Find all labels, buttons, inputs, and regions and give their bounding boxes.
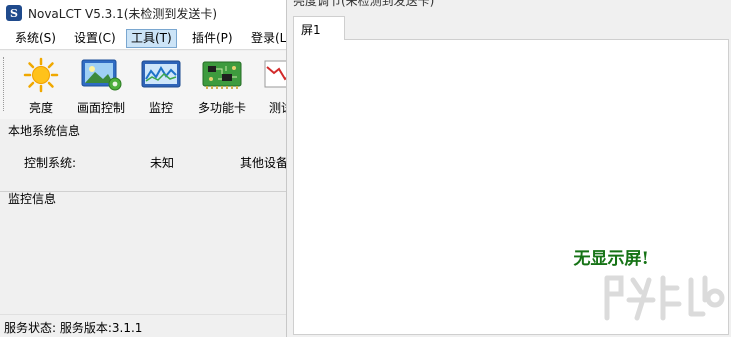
control-system-label: 控制系统: bbox=[24, 156, 77, 170]
local-system-info-panel: 本地系统信息 控制系统: 未知 其他设备 bbox=[0, 120, 286, 192]
control-system-value: 未知 bbox=[150, 156, 175, 170]
menu-system[interactable]: 系统(S) bbox=[10, 29, 61, 48]
app-logo-icon: S bbox=[6, 5, 22, 21]
other-device-label: 其他设备 bbox=[240, 156, 286, 170]
test-label: 测试 bbox=[268, 101, 286, 115]
monitor-chart-icon bbox=[141, 60, 181, 88]
circuit-board-icon bbox=[202, 61, 242, 89]
test-button[interactable]: 测试 bbox=[250, 57, 286, 119]
test-chart-icon bbox=[264, 60, 286, 88]
menu-bar: 系统(S) 设置(C) 工具(T) 插件(P) 登录(L) bbox=[0, 26, 286, 50]
main-window: S NovaLCT V5.3.1(未检测到发送卡) 系统(S) 设置(C) 工具… bbox=[0, 0, 286, 337]
monitor-label: 监控 bbox=[148, 101, 173, 115]
brightness-button[interactable]: 亮度 bbox=[10, 57, 72, 119]
menu-tools[interactable]: 工具(T) bbox=[126, 29, 177, 48]
tab-screen-1[interactable]: 屏1 bbox=[293, 16, 345, 40]
toolbar: 亮度 画面控制 监控 多功能卡 测 bbox=[0, 51, 286, 119]
picture-gear-icon bbox=[81, 59, 122, 91]
brightness-adjust-window: 亮度调节(未检测到发送卡) 屏1 无显示屏! bbox=[286, 0, 731, 337]
title-bar: S NovaLCT V5.3.1(未检测到发送卡) bbox=[0, 0, 286, 26]
monitor-button[interactable]: 监控 bbox=[130, 57, 192, 119]
screen-control-label: 画面控制 bbox=[76, 101, 125, 115]
service-status-text: 服务状态: 服务版本:3.1.1 bbox=[4, 321, 143, 335]
sun-icon bbox=[23, 57, 59, 93]
multifunction-card-label: 多功能卡 bbox=[197, 101, 246, 115]
brightness-window-title: 亮度调节(未检测到发送卡) bbox=[293, 0, 435, 8]
toolbar-grip[interactable] bbox=[3, 57, 6, 111]
window-title: NovaLCT V5.3.1(未检测到发送卡) bbox=[28, 6, 218, 21]
no-screen-message: 无显示屏! bbox=[573, 249, 649, 269]
monitor-info-title: 监控信息 bbox=[8, 192, 57, 206]
menu-plugins[interactable]: 插件(P) bbox=[187, 29, 238, 48]
local-system-info-title: 本地系统信息 bbox=[8, 124, 81, 138]
site-watermark-icon bbox=[604, 275, 725, 321]
screen-control-button[interactable]: 画面控制 bbox=[70, 57, 132, 119]
brightness-label: 亮度 bbox=[28, 101, 53, 115]
menu-settings[interactable]: 设置(C) bbox=[69, 29, 121, 48]
menu-login[interactable]: 登录(L) bbox=[246, 29, 286, 48]
monitor-info-panel: 监控信息 bbox=[0, 192, 286, 314]
multifunction-card-button[interactable]: 多功能卡 bbox=[191, 57, 253, 119]
status-bar: 服务状态: 服务版本:3.1.1 bbox=[0, 314, 286, 337]
